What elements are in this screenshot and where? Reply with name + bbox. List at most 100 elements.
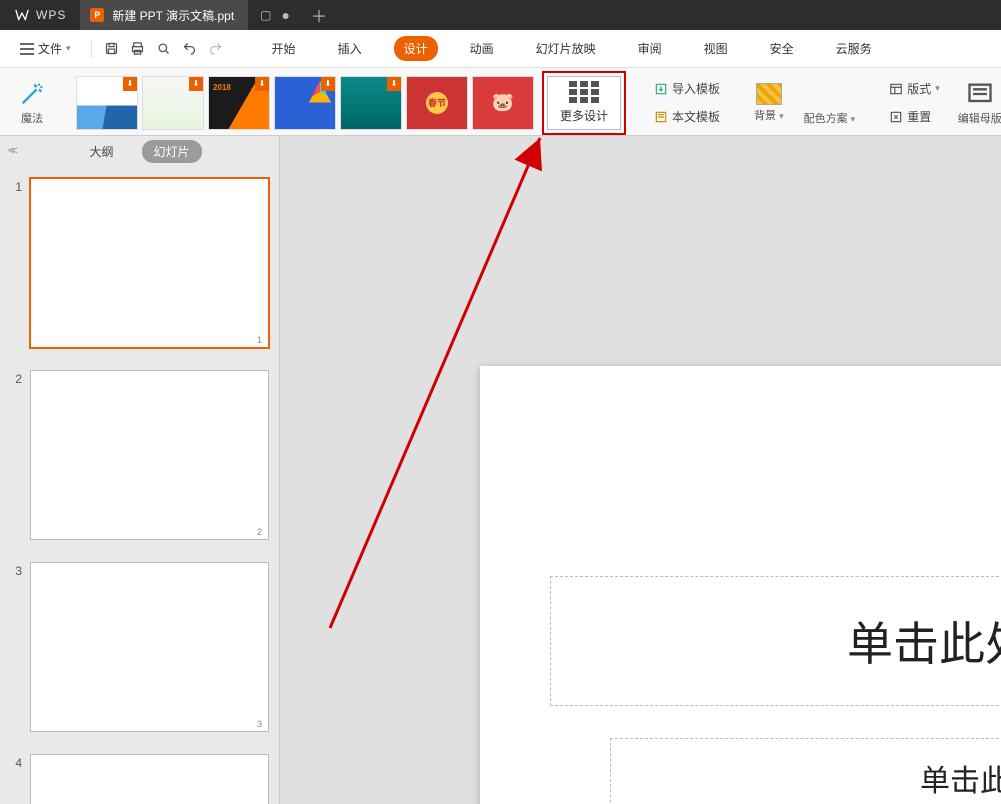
slide-thumb-3[interactable]: 3	[30, 562, 269, 732]
reset-icon	[889, 110, 903, 124]
slide-canvas-area[interactable]: 单击此处添加 单击此处添加	[280, 136, 1001, 804]
slide-thumb-row: 1 1	[10, 178, 269, 348]
more-designs-label: 更多设计	[560, 107, 608, 124]
file-menu-label: 文件	[38, 40, 62, 57]
import-template-button[interactable]: 导入模板	[650, 77, 724, 101]
download-badge-icon: ⬇	[321, 77, 335, 91]
import-template-icon	[654, 82, 668, 96]
slide-canvas[interactable]: 单击此处添加 单击此处添加	[480, 366, 1001, 804]
slide-page-label: 1	[257, 335, 262, 345]
new-tab-button[interactable]: ＋	[302, 0, 336, 30]
ribbon-design: 魔法 ⬇ ⬇ 2018⬇ ⬇ ⬇ 春节 🐷 更多设计 导入模板 本文模板 背景 …	[0, 68, 1001, 136]
tab-review[interactable]: 审阅	[628, 36, 672, 61]
slide-page-label: 3	[257, 719, 262, 729]
redo-icon[interactable]	[208, 41, 224, 57]
more-designs-highlight: 更多设计	[542, 71, 626, 135]
grid-icon	[569, 81, 599, 103]
save-icon[interactable]	[104, 41, 120, 57]
magic-button[interactable]: 魔法	[12, 78, 52, 128]
title-bar: WPS P 新建 PPT 演示文稿.ppt ▢ ● ＋	[0, 0, 1001, 30]
template-thumb-7[interactable]: 🐷	[472, 76, 534, 130]
edit-master-icon	[966, 80, 994, 108]
template-thumb-3[interactable]: 2018⬇	[208, 76, 270, 130]
document-tab-title: 新建 PPT 演示文稿.ppt	[112, 7, 234, 24]
background-icon	[756, 83, 782, 105]
template-thumb-4[interactable]: ⬇	[274, 76, 336, 130]
edit-master-label: 编辑母版	[958, 110, 1001, 126]
ribbon-tabs: 开始 插入 设计 动画 幻灯片放映 审阅 视图 安全 云服务	[262, 36, 882, 61]
tab-extras: ▢ ●	[248, 0, 302, 30]
layout-label: 版式	[907, 80, 931, 97]
print-preview-icon[interactable]	[156, 41, 172, 57]
color-scheme-button[interactable]: 配色方案 ▾	[798, 78, 862, 128]
magic-wand-icon	[18, 80, 46, 108]
tab-view[interactable]: 视图	[694, 36, 738, 61]
wps-logo-icon	[14, 7, 30, 23]
slide-number-text: 2	[10, 370, 22, 540]
undo-icon[interactable]	[182, 41, 198, 57]
slide-page-label: 2	[257, 527, 262, 537]
this-template-icon	[654, 110, 668, 124]
separator	[91, 40, 92, 58]
this-template-button[interactable]: 本文模板	[650, 105, 724, 129]
tab-safety[interactable]: 安全	[760, 36, 804, 61]
edit-master-button[interactable]: 编辑母版	[952, 78, 1001, 128]
tab-start[interactable]: 开始	[262, 36, 306, 61]
reset-button[interactable]: 重置	[885, 105, 944, 129]
workspace: << 大纲 幻灯片 1 1 2 2 3 3 4 单击此处添加	[0, 136, 1001, 804]
tab-design[interactable]: 设计	[394, 36, 438, 61]
product-name: WPS	[0, 0, 80, 30]
slide-panel: << 大纲 幻灯片 1 1 2 2 3 3 4	[0, 136, 280, 804]
slide-thumb-4[interactable]	[30, 754, 269, 804]
tab-cloud[interactable]: 云服务	[826, 36, 882, 61]
slide-number-text: 1	[10, 178, 22, 348]
template-thumb-6[interactable]: 春节	[406, 76, 468, 130]
slide-number-text: 3	[10, 562, 22, 732]
reset-label: 重置	[907, 108, 931, 125]
this-template-label: 本文模板	[672, 108, 720, 125]
file-menu[interactable]: 文件 ▾	[12, 36, 79, 61]
slide-thumb-1[interactable]: 1	[30, 178, 269, 348]
ppt-file-icon: P	[90, 8, 104, 22]
slide-thumbnails: 1 1 2 2 3 3 4	[0, 166, 279, 804]
chevron-down-icon: ▾	[851, 114, 856, 124]
document-tab[interactable]: P 新建 PPT 演示文稿.ppt	[80, 0, 248, 30]
background-button[interactable]: 背景 ▾	[748, 81, 790, 125]
chevron-down-icon: ▾	[779, 111, 784, 121]
product-name-text: WPS	[36, 8, 66, 22]
menu-bar: 文件 ▾ 开始 插入 设计 动画 幻灯片放映 审阅 视图 安全 云服务	[0, 30, 1001, 68]
template-thumb-2[interactable]: ⬇	[142, 76, 204, 130]
slide-number-text: 4	[10, 754, 22, 804]
layout-icon	[889, 82, 903, 96]
color-scheme-icon	[815, 80, 843, 108]
template-gallery: ⬇ ⬇ 2018⬇ ⬇ ⬇ 春节 🐷	[76, 76, 534, 130]
tab-animation[interactable]: 动画	[460, 36, 504, 61]
slide-thumb-row: 3 3	[10, 562, 269, 732]
download-badge-icon: ⬇	[189, 77, 203, 91]
slide-thumb-row: 4	[10, 754, 269, 804]
tab-menu-icon[interactable]: ●	[282, 7, 290, 23]
download-badge-icon: ⬇	[387, 77, 401, 91]
import-template-label: 导入模板	[672, 80, 720, 97]
slide-thumb-2[interactable]: 2	[30, 370, 269, 540]
tab-insert[interactable]: 插入	[328, 36, 372, 61]
background-label: 背景 ▾	[754, 107, 784, 123]
layout-button[interactable]: 版式 ▾	[885, 77, 944, 101]
print-icon[interactable]	[130, 41, 146, 57]
collapse-panel-icon[interactable]: <<	[8, 145, 15, 157]
magic-label: 魔法	[21, 110, 43, 126]
tab-slideshow[interactable]: 幻灯片放映	[526, 36, 606, 61]
hamburger-icon	[20, 43, 34, 55]
color-scheme-label: 配色方案 ▾	[804, 110, 856, 126]
title-placeholder[interactable]: 单击此处添加	[550, 576, 1001, 706]
chevron-down-icon: ▾	[935, 83, 940, 94]
slides-tab[interactable]: 幻灯片	[142, 140, 202, 163]
display-mode-icon[interactable]: ▢	[260, 8, 271, 22]
chevron-down-icon: ▾	[66, 43, 71, 54]
more-designs-button[interactable]: 更多设计	[547, 76, 621, 130]
slide-panel-tabs: << 大纲 幻灯片	[0, 136, 279, 166]
outline-tab[interactable]: 大纲	[77, 140, 125, 163]
template-thumb-5[interactable]: ⬇	[340, 76, 402, 130]
template-thumb-1[interactable]: ⬇	[76, 76, 138, 130]
subtitle-placeholder[interactable]: 单击此处添加	[610, 738, 1001, 804]
